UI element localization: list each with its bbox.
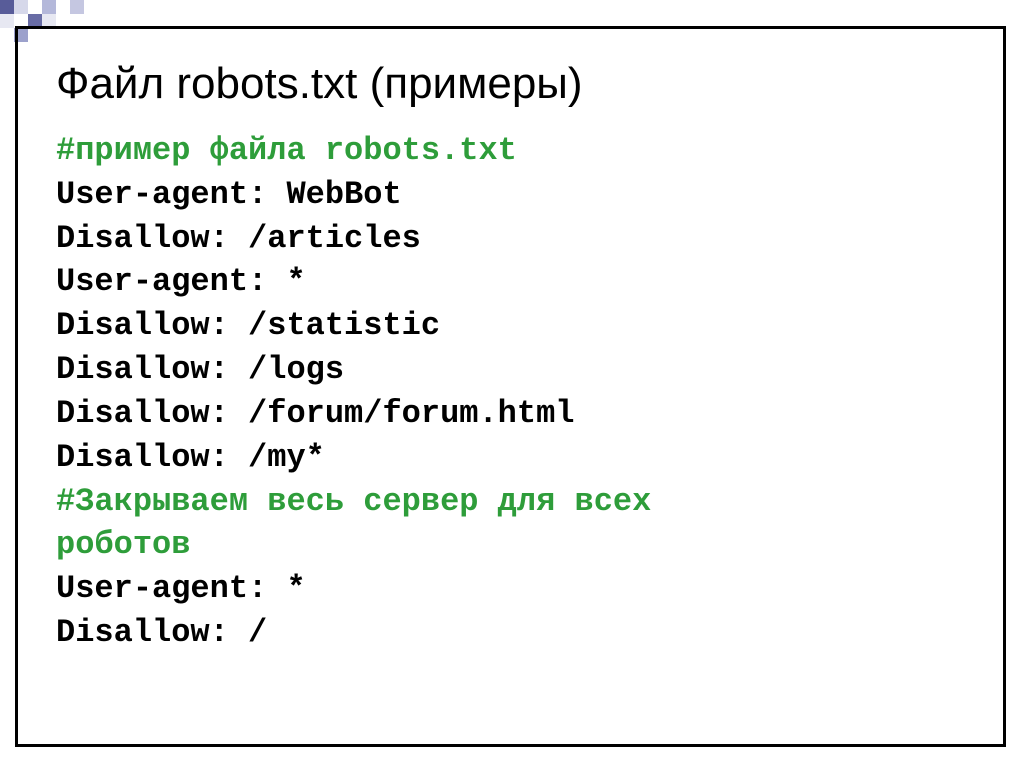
code-line: Disallow: /: [56, 611, 965, 655]
code-block: #пример файла robots.txt User-agent: Web…: [56, 129, 965, 655]
code-line: Disallow: /articles: [56, 217, 965, 261]
slide-frame: Файл robots.txt (примеры) #пример файла …: [15, 26, 1006, 747]
code-line: Disallow: /logs: [56, 348, 965, 392]
code-comment: #Закрываем весь сервер для всех: [56, 480, 965, 524]
code-line: User-agent: *: [56, 567, 965, 611]
code-line: Disallow: /forum/forum.html: [56, 392, 965, 436]
code-line: Disallow: /my*: [56, 436, 965, 480]
code-comment: роботов: [56, 523, 965, 567]
slide-title: Файл robots.txt (примеры): [56, 59, 965, 109]
code-line: User-agent: *: [56, 260, 965, 304]
code-comment: #пример файла robots.txt: [56, 129, 965, 173]
code-line: User-agent: WebBot: [56, 173, 965, 217]
code-line: Disallow: /statistic: [56, 304, 965, 348]
